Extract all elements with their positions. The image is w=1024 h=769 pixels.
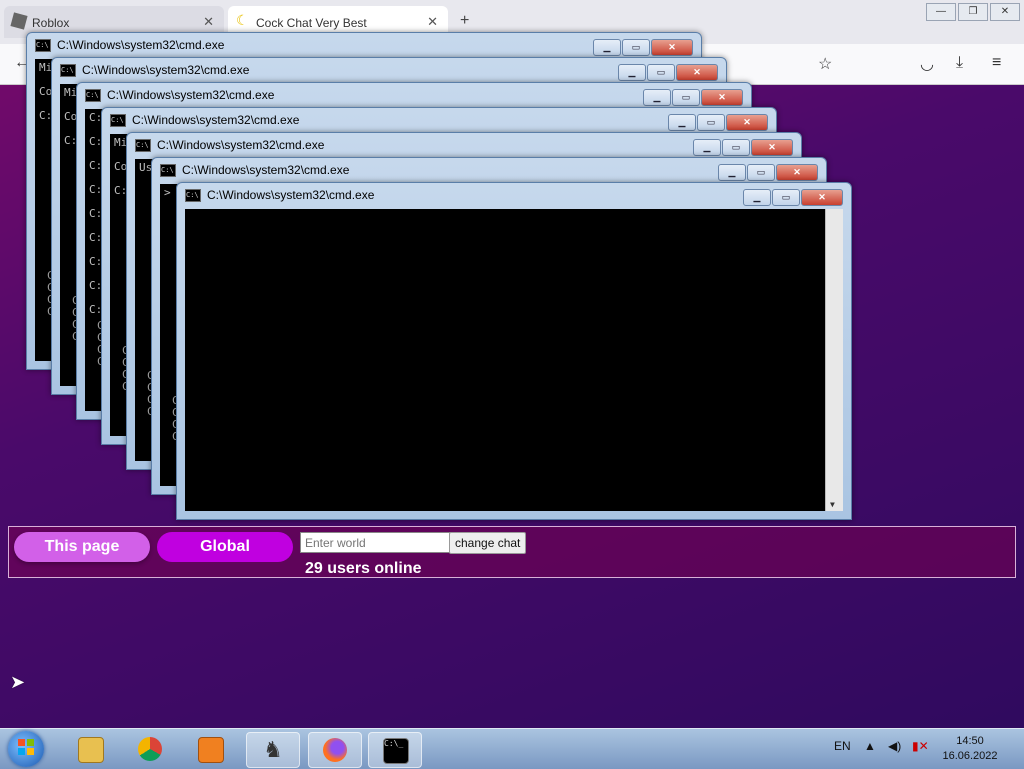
cmd-minimize-button[interactable]: ▁: [693, 139, 721, 156]
scroll-down-icon[interactable]: ▼: [830, 500, 835, 509]
cmd-title: C:\Windows\system32\cmd.exe: [57, 38, 225, 52]
console-line: >: [164, 186, 171, 199]
cmd-maximize-button[interactable]: ▭: [772, 189, 800, 206]
folder-icon: [78, 737, 104, 763]
world-input[interactable]: [300, 532, 452, 553]
cmd-window-icon: C:\: [60, 64, 76, 77]
global-button[interactable]: Global: [157, 532, 293, 562]
cmd-window-icon: C:\: [135, 139, 151, 152]
cmd-close-button[interactable]: ✕: [751, 139, 793, 156]
cmd-title: C:\Windows\system32\cmd.exe: [132, 113, 300, 127]
bookmark-star-icon[interactable]: ☆: [818, 54, 832, 74]
close-tab-icon[interactable]: ✕: [203, 14, 214, 30]
close-window-button[interactable]: ✕: [990, 3, 1020, 21]
restore-button[interactable]: ❐: [958, 3, 988, 21]
this-page-button[interactable]: This page: [14, 532, 150, 562]
cmd-title: C:\Windows\system32\cmd.exe: [82, 63, 250, 77]
cmd-taskbar-button[interactable]: C:\_: [368, 732, 422, 768]
online-count: 29 users online: [305, 560, 422, 577]
mouse-cursor-icon: ➤: [10, 672, 26, 692]
moon-favicon-icon: ☾: [236, 12, 249, 28]
cmd-maximize-button[interactable]: ▭: [622, 39, 650, 56]
cmd-minimize-button[interactable]: ▁: [593, 39, 621, 56]
cmd-close-button[interactable]: ✕: [801, 189, 843, 206]
cmd-close-button[interactable]: ✕: [701, 89, 743, 106]
taskbar: ♞ C:\_ EN ▲ ◀) ▮✕ 14:50 16.06.2022: [0, 728, 1024, 769]
media-player-icon: [198, 737, 224, 763]
cmd-window-icon: C:\: [160, 164, 176, 177]
close-tab-icon[interactable]: ✕: [427, 14, 438, 30]
cmd-maximize-button[interactable]: ▭: [647, 64, 675, 81]
new-tab-button[interactable]: +: [460, 12, 469, 30]
cmd-window-icon: C:\: [110, 114, 126, 127]
media-player-taskbar-button[interactable]: [184, 732, 236, 766]
pocket-icon[interactable]: ◡: [920, 54, 934, 74]
cmd-close-button[interactable]: ✕: [726, 114, 768, 131]
tab-title: Roblox: [32, 16, 70, 30]
cmd-maximize-button[interactable]: ▭: [722, 139, 750, 156]
volume-icon[interactable]: ◀): [888, 739, 901, 753]
cmd-title: C:\Windows\system32\cmd.exe: [157, 138, 325, 152]
minimize-button[interactable]: —: [926, 3, 956, 21]
explorer-taskbar-button[interactable]: [64, 732, 116, 766]
cmd-window-icon: C:\: [35, 39, 51, 52]
chrome-icon: [138, 737, 162, 761]
show-hidden-icons-icon[interactable]: ▲: [864, 739, 876, 753]
network-warning-icon[interactable]: ▮✕: [912, 739, 929, 753]
download-icon[interactable]: ⤓: [956, 54, 963, 72]
cmd-title: C:\Windows\system32\cmd.exe: [207, 188, 375, 202]
cmd-maximize-button[interactable]: ▭: [697, 114, 725, 131]
cmd-console[interactable]: ▼: [185, 209, 843, 511]
clock-time: 14:50: [956, 735, 984, 747]
cmd-title: C:\Windows\system32\cmd.exe: [107, 88, 275, 102]
cmd-scrollbar[interactable]: ▼: [825, 209, 843, 511]
cmd-maximize-button[interactable]: ▭: [672, 89, 700, 106]
cmd-close-button[interactable]: ✕: [676, 64, 718, 81]
chess-taskbar-button[interactable]: ♞: [246, 732, 300, 768]
chat-bar: This page Global change chat 29 users on…: [8, 526, 1016, 578]
cmd-window-icon: C:\: [185, 189, 201, 202]
firefox-taskbar-button[interactable]: [308, 732, 362, 768]
cmd-minimize-button[interactable]: ▁: [668, 114, 696, 131]
firefox-icon: [323, 738, 347, 762]
cmd-minimize-button[interactable]: ▁: [718, 164, 746, 181]
change-chat-button[interactable]: change chat: [449, 532, 527, 554]
menu-icon[interactable]: ≡: [992, 54, 1001, 72]
cmd-minimize-button[interactable]: ▁: [618, 64, 646, 81]
chrome-taskbar-button[interactable]: [124, 732, 176, 766]
cmd-window-icon: C:\: [85, 89, 101, 102]
windows-logo-icon: [18, 739, 34, 755]
clock-date: 16.06.2022: [942, 750, 998, 762]
tab-title: Cock Chat Very Best: [256, 16, 367, 30]
clock[interactable]: 14:50 16.06.2022: [940, 734, 1000, 764]
cmd-title: C:\Windows\system32\cmd.exe: [182, 163, 350, 177]
language-indicator[interactable]: EN: [834, 739, 851, 753]
cmd-maximize-button[interactable]: ▭: [747, 164, 775, 181]
cmd-minimize-button[interactable]: ▁: [743, 189, 771, 206]
cmd-minimize-button[interactable]: ▁: [643, 89, 671, 106]
chess-icon: ♞: [263, 737, 283, 762]
start-button[interactable]: [8, 731, 44, 767]
cmd-window[interactable]: C:\ C:\Windows\system32\cmd.exe ▁ ▭ ✕ ▼: [176, 182, 852, 520]
cmd-close-button[interactable]: ✕: [776, 164, 818, 181]
roblox-favicon-icon: [10, 12, 28, 30]
cmd-icon: C:\_: [383, 738, 409, 764]
cmd-close-button[interactable]: ✕: [651, 39, 693, 56]
